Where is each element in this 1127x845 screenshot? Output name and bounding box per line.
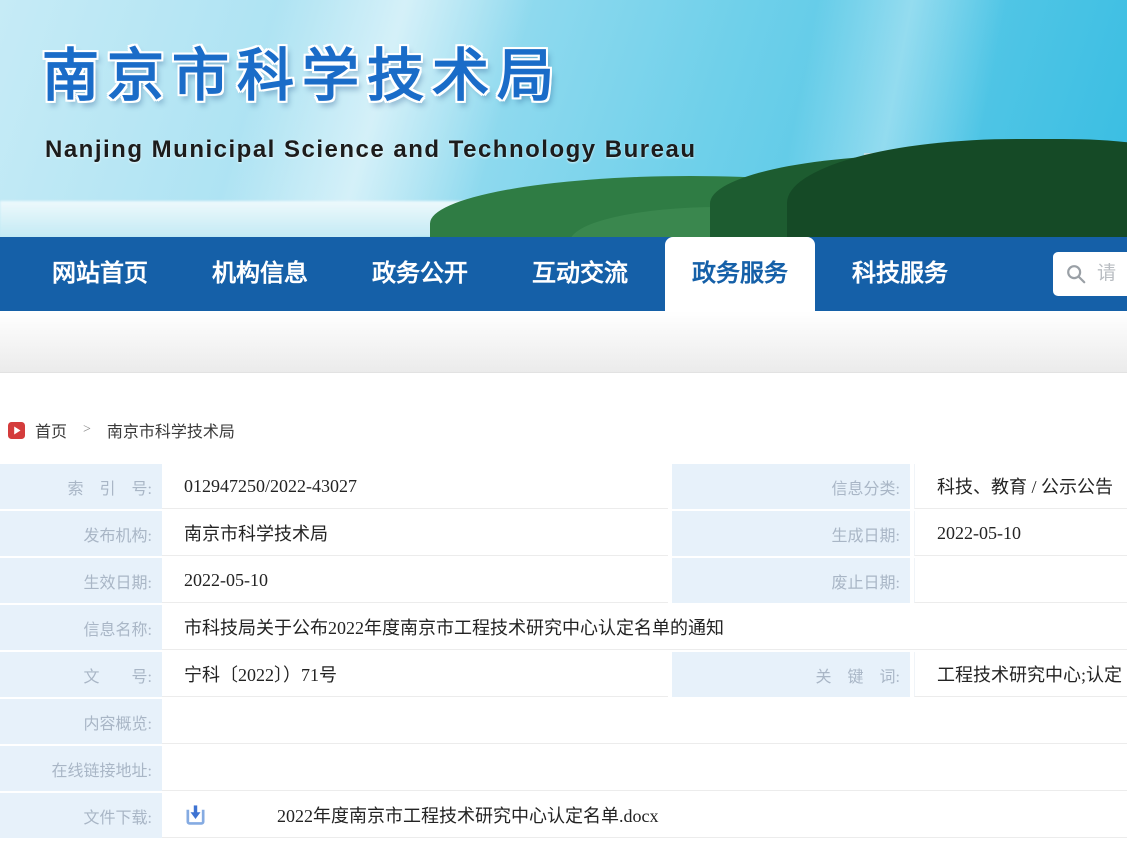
file-download-label: 文件下载: (0, 793, 162, 838)
nav-item-home[interactable]: 网站首页 (25, 237, 175, 311)
table-row-file-download: 文件下载: 2022年度南京市工程技术研究中心认定名单.docx (0, 793, 1127, 838)
table-row-online-link: 在线链接地址: (0, 746, 1127, 791)
table-row-info-name: 信息名称: 市科技局关于公布2022年度南京市工程技术研究中心认定名单的通知 (0, 605, 1127, 650)
info-name-value: 市科技局关于公布2022年度南京市工程技术研究中心认定名单的通知 (162, 605, 1127, 650)
site-banner: 南京市科学技术局 Nanjing Municipal Science and T… (0, 0, 1127, 237)
content-overview-label: 内容概览: (0, 699, 162, 744)
download-file-link[interactable]: 2022年度南京市工程技术研究中心认定名单.docx (277, 802, 659, 828)
effective-date-label: 生效日期: (0, 558, 162, 603)
info-name-label: 信息名称: (0, 605, 162, 650)
doc-number-value: 宁科〔2022〕）71号 (162, 652, 668, 697)
keywords-value: 工程技术研究中心;认定 (914, 652, 1127, 697)
keywords-label: 关 键 词: (672, 652, 910, 697)
search-input[interactable] (1097, 263, 1127, 285)
file-download-value: 2022年度南京市工程技术研究中心认定名单.docx (162, 793, 1127, 838)
nav-item-org-info[interactable]: 机构信息 (185, 237, 335, 311)
online-link-value (162, 746, 1127, 791)
generate-date-label: 生成日期: (672, 511, 910, 556)
effective-date-value: 2022-05-10 (162, 558, 668, 603)
nav-item-tech-services[interactable]: 科技服务 (825, 237, 975, 311)
search-box[interactable] (1053, 252, 1127, 296)
main-nav: 网站首页 机构信息 政务公开 互动交流 政务服务 科技服务 (0, 237, 1127, 311)
table-row-doc-number: 文 号: 宁科〔2022〕）71号 关 键 词: 工程技术研究中心;认定 (0, 652, 1127, 697)
nav-item-gov-disclosure[interactable]: 政务公开 (345, 237, 495, 311)
breadcrumb: 首页 > 南京市科学技术局 (8, 418, 1127, 442)
abolish-date-label: 废止日期: (672, 558, 910, 603)
nav-item-interaction[interactable]: 互动交流 (505, 237, 655, 311)
site-title-english: Nanjing Municipal Science and Technology… (45, 136, 696, 164)
banner-hills (430, 107, 1127, 237)
info-category-value: 科技、教育 / 公示公告 (914, 464, 1127, 509)
info-category-label: 信息分类: (672, 464, 910, 509)
breadcrumb-home-link[interactable]: 首页 (35, 418, 67, 442)
table-row-content-overview: 内容概览: (0, 699, 1127, 744)
index-number-value: 012947250/2022-43027 (162, 464, 668, 509)
content-overview-value (162, 699, 1127, 744)
table-row-publisher: 发布机构: 南京市科学技术局 生成日期: 2022-05-10 (0, 511, 1127, 556)
nav-item-gov-services[interactable]: 政务服务 (665, 237, 815, 311)
download-icon[interactable] (184, 804, 207, 827)
publisher-value: 南京市科学技术局 (162, 511, 668, 556)
publisher-label: 发布机构: (0, 511, 162, 556)
site-title: 南京市科学技术局 (42, 30, 562, 112)
breadcrumb-current: 南京市科学技术局 (107, 418, 235, 442)
home-marker-icon (8, 422, 25, 439)
document-info-table: 索 引 号: 012947250/2022-43027 信息分类: 科技、教育 … (0, 464, 1127, 838)
breadcrumb-separator: > (83, 422, 91, 438)
abolish-date-value (914, 558, 1127, 603)
search-icon (1065, 263, 1087, 285)
nav-list: 网站首页 机构信息 政务公开 互动交流 政务服务 科技服务 (0, 237, 1127, 311)
online-link-label: 在线链接地址: (0, 746, 162, 791)
table-row-effective-date: 生效日期: 2022-05-10 废止日期: (0, 558, 1127, 603)
generate-date-value: 2022-05-10 (914, 511, 1127, 556)
subnav-strip (0, 311, 1127, 373)
index-number-label: 索 引 号: (0, 464, 162, 509)
table-row-index: 索 引 号: 012947250/2022-43027 信息分类: 科技、教育 … (0, 464, 1127, 509)
doc-number-label: 文 号: (0, 652, 162, 697)
